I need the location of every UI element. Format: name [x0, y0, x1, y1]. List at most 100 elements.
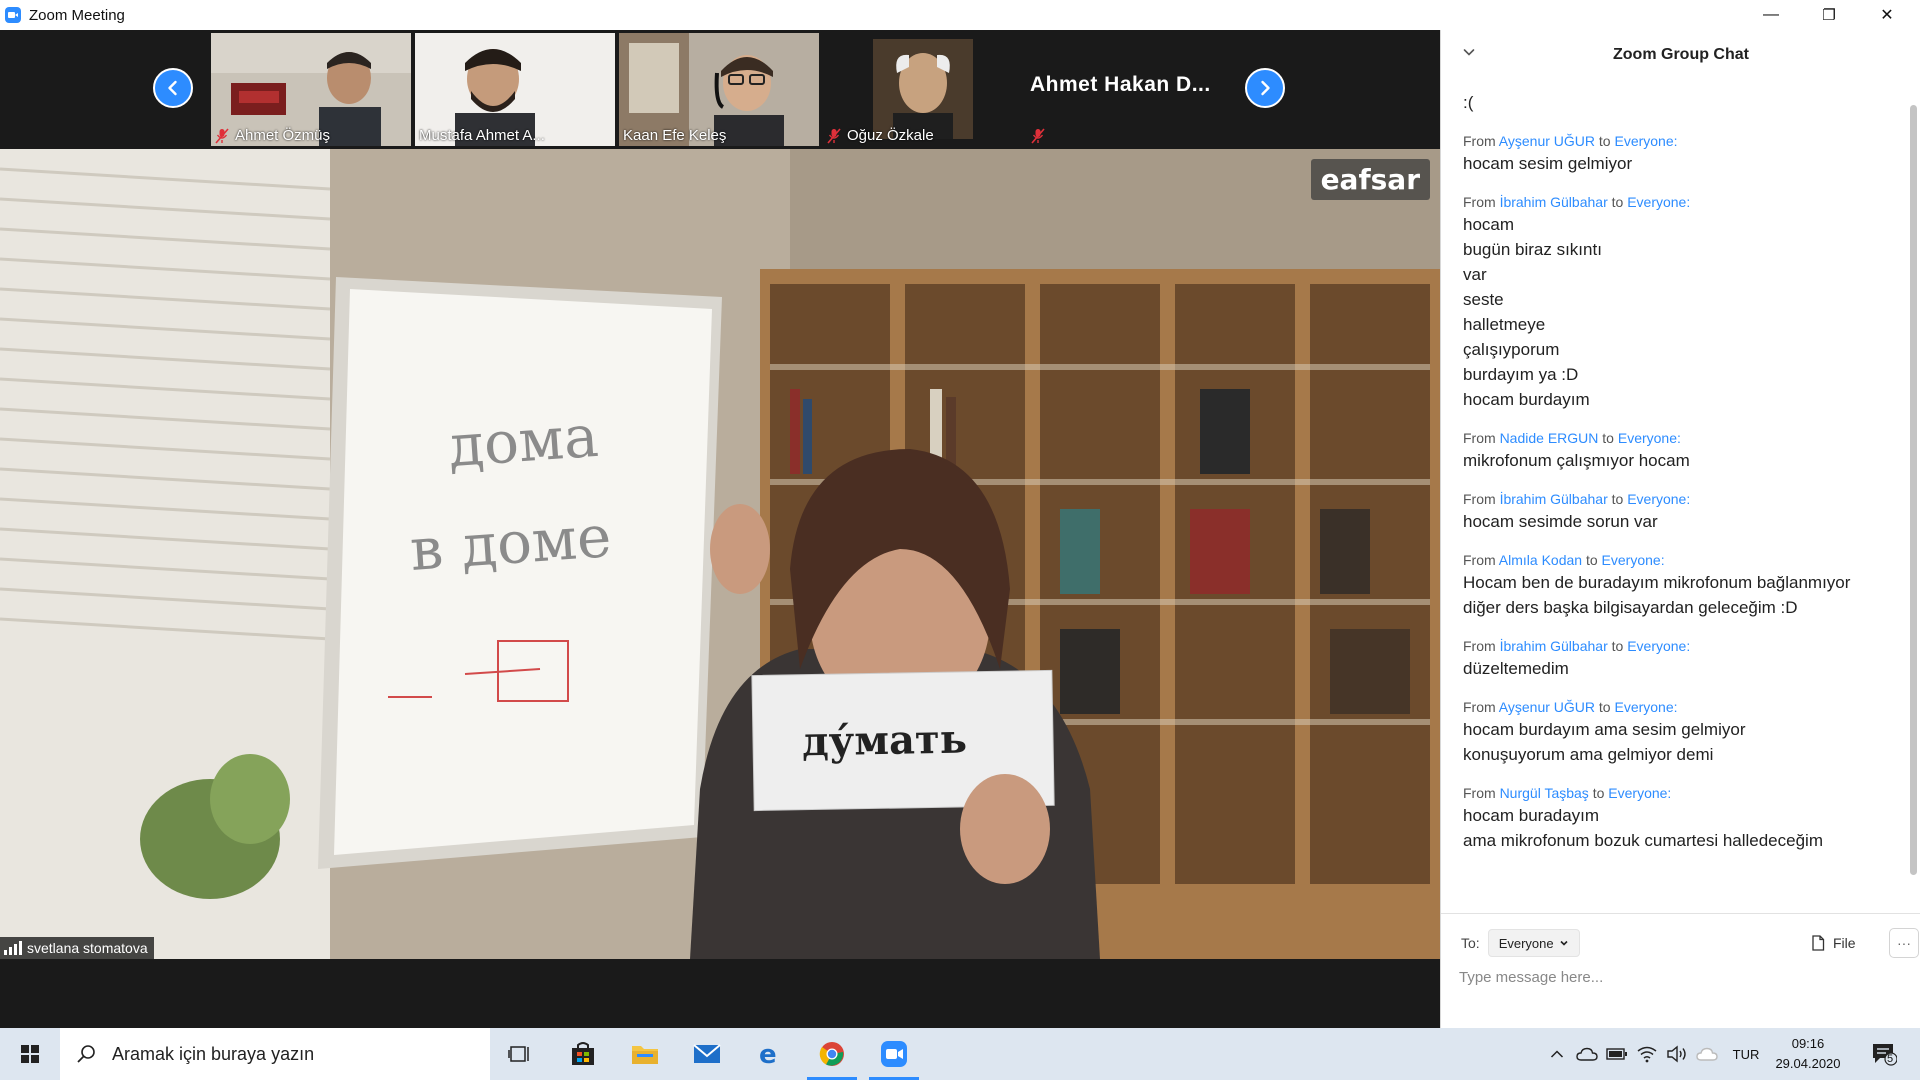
chat-message-meta: From Nurgül Taşbaş to Everyone: — [1463, 785, 1672, 801]
whiteboard-word: дома — [445, 401, 601, 481]
chat-sender-link[interactable]: Almıla Kodan — [1499, 552, 1582, 568]
active-speaker-label: svetlana stomatova — [0, 937, 154, 959]
participant-tile[interactable]: Kaan Efe Keleş — [619, 33, 819, 146]
zoom-app-icon — [881, 1041, 907, 1067]
windows-logo-icon — [21, 1045, 39, 1063]
more-options-button[interactable]: ··· — [1889, 928, 1919, 958]
chat-recipient-link[interactable]: Everyone: — [1602, 552, 1665, 568]
chat-message: From İbrahim Gülbahar to Everyone: hocam … — [1463, 489, 1883, 534]
chat-message-list[interactable]: :( From Ayşenur UĞUR to Everyone: hocam se… — [1463, 90, 1883, 930]
chat-recipient-link[interactable]: Everyone: — [1614, 699, 1677, 715]
clock-time: 09:16 — [1791, 1036, 1825, 1051]
chat-message-text: hocam sesimde sorun var — [1463, 512, 1658, 531]
show-hidden-icons-button[interactable] — [1545, 1028, 1569, 1080]
participant-mic-status — [1031, 128, 1051, 144]
taskbar-mail[interactable] — [678, 1028, 736, 1080]
network-tray-button[interactable] — [1634, 1028, 1660, 1080]
chat-recipient-link[interactable]: Everyone: — [1627, 194, 1690, 210]
chat-message: From Almıla Kodan to Everyone: Hocam ben … — [1463, 550, 1883, 620]
notification-count: 5 — [1887, 1053, 1894, 1065]
chat-sender-link[interactable]: Nadide ERGUN — [1500, 430, 1599, 446]
speaker-video-frame — [0, 149, 1440, 959]
participant-tile[interactable]: Mustafa Ahmet A... — [415, 33, 615, 146]
muted-mic-icon — [827, 127, 841, 144]
cloud-sync-tray-button[interactable] — [1694, 1028, 1720, 1080]
previous-page-button[interactable] — [153, 68, 193, 108]
chat-message-text: hocam burdayım — [1463, 390, 1590, 409]
recipient-row: To: Everyone File ··· — [1461, 928, 1919, 958]
task-view-icon — [508, 1046, 529, 1062]
chat-message-text: var — [1463, 265, 1487, 284]
meeting-area: Ahmet Özmüş Mustafa Ahmet A... Kaan Efe … — [0, 30, 1440, 1028]
chat-message-text: ama mikrofonum bozuk cumartesi halledece… — [1463, 831, 1823, 850]
input-language-indicator[interactable]: TUR — [1726, 1028, 1766, 1080]
chat-recipient-link[interactable]: Everyone: — [1608, 785, 1671, 801]
chat-message-text: hocam sesim gelmiyor — [1463, 154, 1633, 173]
chat-message-meta: From Nadide ERGUN to Everyone: — [1463, 430, 1681, 446]
taskbar-search-box[interactable]: Aramak için buraya yazın — [60, 1028, 490, 1080]
chat-sender-link[interactable]: İbrahim Gülbahar — [1500, 194, 1608, 210]
taskbar-clock[interactable]: 09:16 29.04.2020 — [1768, 1034, 1848, 1074]
battery-tray-button[interactable] — [1604, 1028, 1630, 1080]
chat-message-input[interactable] — [1459, 962, 1899, 992]
chat-recipient-link[interactable]: Everyone: — [1618, 430, 1681, 446]
chat-sender-link[interactable]: İbrahim Gülbahar — [1500, 491, 1608, 507]
send-file-button[interactable]: File — [1811, 928, 1856, 958]
collapse-chat-button[interactable] — [1461, 44, 1477, 60]
onedrive-tray-button[interactable] — [1574, 1028, 1600, 1080]
chat-message: :( — [1463, 90, 1883, 115]
chat-recipient-link[interactable]: Everyone: — [1627, 638, 1690, 654]
chat-sender-link[interactable]: Nurgül Taşbaş — [1500, 785, 1589, 801]
close-button[interactable]: ✕ — [1858, 0, 1916, 30]
taskbar-zoom[interactable] — [865, 1028, 923, 1080]
chat-scrollbar[interactable] — [1910, 105, 1917, 875]
chat-message: From Nurgül Taşbaş to Everyone: hocam bur… — [1463, 783, 1883, 853]
start-button[interactable] — [0, 1028, 60, 1080]
action-center-button[interactable]: 5 — [1862, 1028, 1906, 1080]
chat-message-text: Hocam ben de buradayım mikrofonum bağlan… — [1463, 573, 1851, 617]
windows-taskbar: Aramak için buraya yazın e TUR 09:16 29. — [0, 1028, 1920, 1080]
participant-name: Mustafa Ahmet A... — [419, 127, 545, 144]
chat-message-meta: From İbrahim Gülbahar to Everyone: — [1463, 491, 1691, 507]
chat-message: From İbrahim Gülbahar to Everyone: düzelt… — [1463, 636, 1883, 681]
svg-text:e: e — [759, 1041, 777, 1067]
window-title: Zoom Meeting — [29, 6, 125, 24]
taskbar-file-explorer[interactable] — [616, 1028, 674, 1080]
chat-recipient-link[interactable]: Everyone: — [1627, 491, 1690, 507]
chat-sender-link[interactable]: Ayşenur UĞUR — [1499, 133, 1595, 149]
chat-sender-link[interactable]: Ayşenur UĞUR — [1499, 699, 1595, 715]
chrome-browser-icon — [819, 1042, 844, 1066]
chat-recipient-link[interactable]: Everyone: — [1614, 133, 1677, 149]
chat-message-text: halletmeye — [1463, 315, 1546, 334]
task-view-button[interactable] — [490, 1028, 548, 1080]
video-watermark: eafsar — [1310, 159, 1430, 200]
chat-header: Zoom Group Chat — [1441, 30, 1920, 80]
chat-sender-link[interactable]: İbrahim Gülbahar — [1500, 638, 1608, 654]
chat-message-text: düzeltemedim — [1463, 659, 1569, 678]
taskbar-edge[interactable]: e — [740, 1028, 798, 1080]
chat-message-text: bugün biraz sıkıntı — [1463, 240, 1602, 259]
whiteboard-word: в доме — [407, 502, 614, 584]
participant-strip: Ahmet Özmüş Mustafa Ahmet A... Kaan Efe … — [0, 30, 1440, 148]
chat-message-meta: From Ayşenur UĞUR to Everyone: — [1463, 699, 1678, 715]
participant-tile[interactable]: Ahmet Özmüş — [211, 33, 411, 146]
chevron-right-icon — [1261, 80, 1270, 96]
chat-message: From Nadide ERGUN to Everyone: mikrofonum… — [1463, 428, 1883, 473]
chat-message-meta: From Ayşenur UĞUR to Everyone: — [1463, 133, 1678, 149]
taskbar-app-store[interactable] — [554, 1028, 612, 1080]
participant-name: Ahmet Özmüş — [215, 127, 330, 144]
chat-panel: Zoom Group Chat :( From Ayşenur UĞUR to E… — [1440, 30, 1920, 1028]
taskbar-chrome[interactable] — [803, 1028, 861, 1080]
title-bar: Zoom Meeting — ❐ ✕ — [0, 0, 1920, 30]
folder-icon — [632, 1046, 658, 1064]
recipient-select[interactable]: Everyone — [1487, 929, 1580, 957]
volume-tray-button[interactable] — [1664, 1028, 1690, 1080]
store-icon — [572, 1042, 594, 1065]
minimize-button[interactable]: — — [1742, 0, 1800, 30]
muted-mic-icon — [215, 127, 229, 144]
restore-button[interactable]: ❐ — [1800, 0, 1858, 30]
chat-message-text: hocam — [1463, 215, 1515, 234]
participant-tile[interactable]: Oğuz Özkale — [823, 33, 1023, 146]
chat-message-meta: From İbrahim Gülbahar to Everyone: — [1463, 638, 1691, 654]
next-page-button[interactable] — [1245, 68, 1285, 108]
